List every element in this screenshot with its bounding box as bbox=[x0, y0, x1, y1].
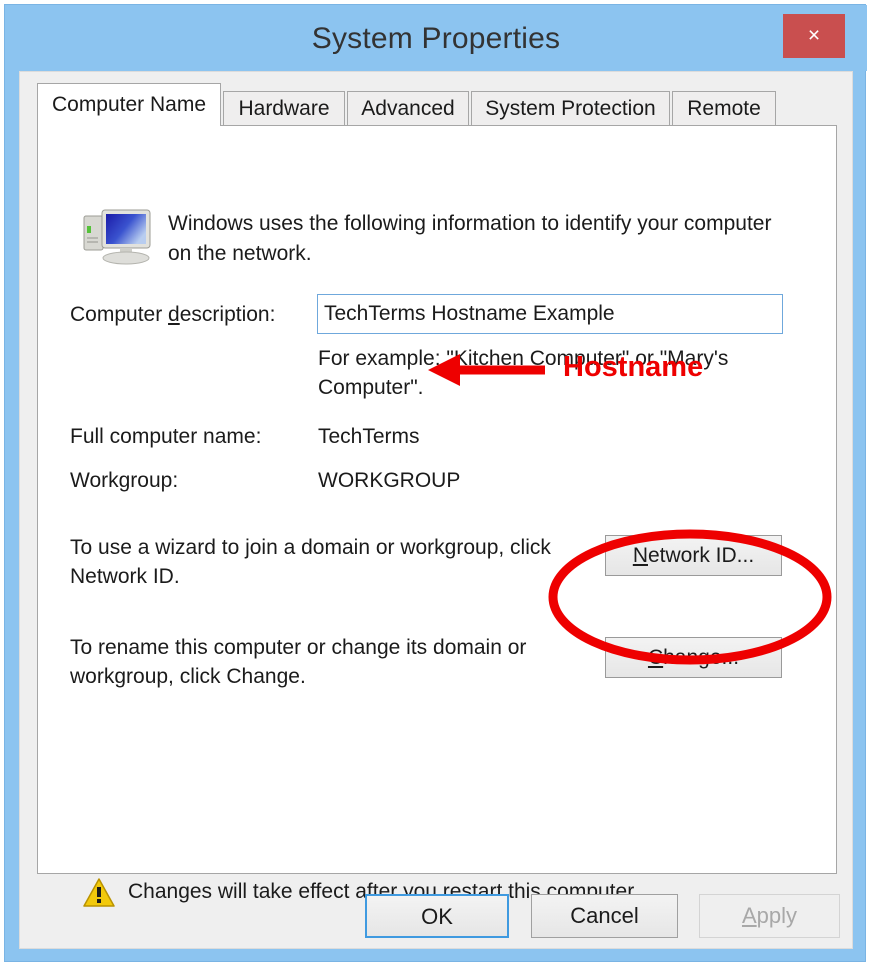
change-accel: C bbox=[647, 646, 664, 669]
workgroup-label: Workgroup: bbox=[70, 469, 179, 492]
desc-label-pre: Computer bbox=[70, 303, 169, 326]
network-id-line-1: To use a wizard to join a domain or work… bbox=[70, 536, 551, 559]
apply-accel: A bbox=[741, 903, 757, 928]
tab-system-protection[interactable]: System Protection bbox=[471, 91, 670, 126]
hint-line-2: Computer". bbox=[318, 376, 424, 399]
computer-description-hint: For example: "Kitchen Computer" or "Mary… bbox=[318, 344, 778, 402]
intro-line-1: Windows uses the following information t… bbox=[168, 212, 772, 235]
title-bar: System Properties × bbox=[5, 5, 867, 71]
system-properties-window: System Properties × Computer Name Hardwa… bbox=[4, 4, 867, 962]
network-id-line-2: Network ID. bbox=[70, 565, 180, 588]
change-line-2: workgroup, click Change. bbox=[70, 665, 306, 688]
change-rest: hange... bbox=[663, 646, 740, 669]
dialog-body: Computer Name Hardware Advanced System P… bbox=[19, 71, 853, 949]
tab-strip: Computer Name Hardware Advanced System P… bbox=[37, 83, 837, 126]
ok-button[interactable]: OK bbox=[365, 894, 509, 938]
tab-advanced[interactable]: Advanced bbox=[347, 91, 469, 126]
network-id-rest: etwork ID... bbox=[647, 544, 755, 567]
network-id-accel: N bbox=[632, 544, 648, 567]
intro-line-2: on the network. bbox=[168, 242, 312, 265]
computer-icon bbox=[83, 209, 151, 265]
hint-line-1: For example: "Kitchen Computer" or "Mary… bbox=[318, 347, 729, 370]
tab-hardware[interactable]: Hardware bbox=[223, 91, 345, 126]
workgroup-value: WORKGROUP bbox=[318, 469, 461, 492]
desc-label-post: escription: bbox=[179, 303, 276, 326]
change-line-1: To rename this computer or change its do… bbox=[70, 636, 527, 659]
desc-label-accel: d bbox=[168, 303, 180, 326]
full-computer-name-label: Full computer name: bbox=[70, 425, 262, 448]
tab-remote[interactable]: Remote bbox=[672, 91, 776, 126]
tab-computer-name[interactable]: Computer Name bbox=[37, 83, 221, 126]
dialog-footer: OK Cancel Apply bbox=[20, 882, 854, 950]
apply-rest: pply bbox=[756, 903, 798, 928]
window-title: System Properties bbox=[311, 22, 561, 55]
close-icon[interactable]: × bbox=[783, 14, 845, 58]
hostname-annotation-label: Hostname bbox=[563, 351, 704, 383]
apply-button: Apply bbox=[699, 894, 840, 938]
computer-description-label: Computer description: bbox=[70, 303, 275, 327]
intro-text: Windows uses the following information t… bbox=[168, 209, 788, 269]
cancel-button[interactable]: Cancel bbox=[531, 894, 678, 938]
full-computer-name-value: TechTerms bbox=[318, 425, 420, 448]
change-button[interactable]: Change... bbox=[605, 637, 782, 678]
network-id-button[interactable]: Network ID... bbox=[605, 535, 782, 576]
computer-name-tab-panel: Windows uses the following information t… bbox=[37, 125, 837, 907]
network-id-description: To use a wizard to join a domain or work… bbox=[70, 533, 590, 591]
computer-description-input[interactable] bbox=[317, 294, 783, 334]
change-description: To rename this computer or change its do… bbox=[70, 633, 590, 691]
